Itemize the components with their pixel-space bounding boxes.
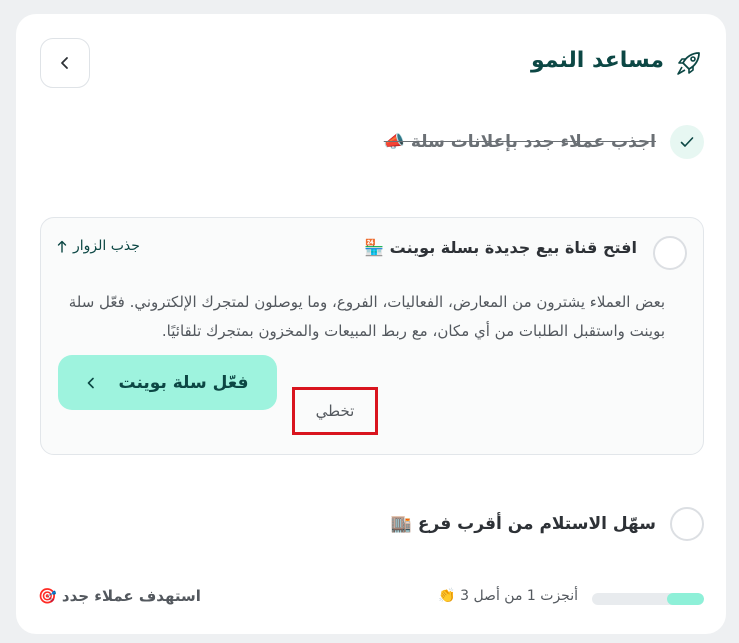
checkmark-icon [680, 137, 694, 147]
back-button[interactable] [40, 38, 90, 88]
header: مساعد النمو [16, 36, 726, 88]
goal-label: استهدف عملاء جدد 🎯 [38, 587, 201, 605]
rocket-icon [677, 52, 700, 75]
page-title: مساعد النمو [531, 48, 664, 73]
progress-text: أنجزت 1 من أصل 3 👏 [438, 588, 578, 604]
task-category: جذب الزوار [57, 238, 140, 254]
task-title: افتح قناة بيع جديدة بسلة بوينت 🏪 [364, 238, 637, 257]
chevron-left-icon [61, 57, 68, 69]
task-label-completed: اجذب عملاء جدد بإعلانات سلة 📣 [383, 132, 656, 152]
task-category-label: جذب الزوار [73, 238, 140, 254]
task-label-next: سهّل الاستلام من أقرب فرع 🏬 [390, 514, 656, 534]
task-radio[interactable] [670, 507, 704, 541]
progress-footer: أنجزت 1 من أصل 3 👏 استهدف عملاء جدد 🎯 [16, 584, 726, 614]
cta-label: فعّل سلة بوينت [118, 372, 249, 393]
task-card-active: افتح قناة بيع جديدة بسلة بوينت 🏪 جذب الز… [40, 217, 704, 455]
progress-bar [592, 593, 704, 605]
task-check[interactable] [670, 125, 704, 159]
progress-fill [667, 593, 704, 605]
chevron-left-icon [88, 377, 95, 388]
activate-salla-point-button[interactable]: فعّل سلة بوينت [58, 355, 277, 410]
arrow-up-icon [57, 240, 67, 253]
task-description: بعض العملاء يشترون من المعارض، الفعاليات… [68, 293, 665, 340]
task-row-completed[interactable]: اجذب عملاء جدد بإعلانات سلة 📣 [384, 122, 704, 162]
task-radio[interactable] [653, 236, 687, 270]
skip-button[interactable]: تخطي [292, 387, 378, 435]
task-row-next[interactable]: سهّل الاستلام من أقرب فرع 🏬 [391, 504, 704, 544]
growth-assistant-card: مساعد النمو اجذب عملاء جدد بإعلانات سلة … [16, 14, 726, 634]
